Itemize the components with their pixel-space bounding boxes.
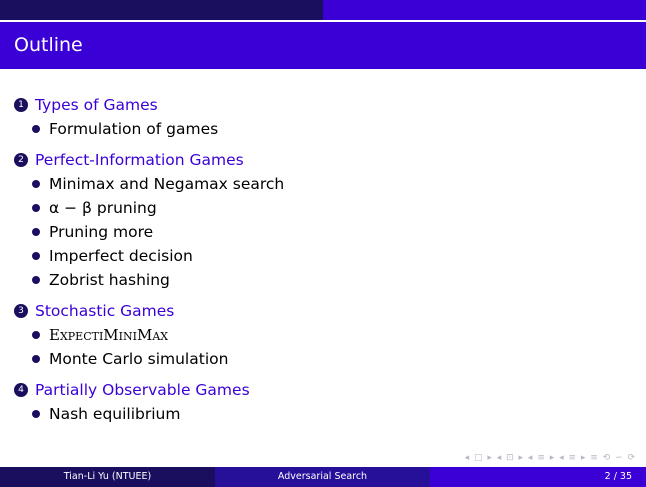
subsection-label: Monte Carlo simulation [49, 350, 229, 368]
outline-section: 3 Stochastic Games ExpectiMiniMax Monte … [14, 299, 614, 371]
subsection-item[interactable]: ExpectiMiniMax [14, 323, 614, 347]
subsection-label: α − β pruning [49, 199, 157, 217]
header-progress [0, 0, 323, 20]
slide-title: Outline [14, 34, 83, 56]
outline-section: 2 Perfect-Information Games Minimax and … [14, 148, 614, 292]
section-title[interactable]: Stochastic Games [35, 302, 174, 320]
section-number-badge: 2 [14, 153, 28, 167]
section-heading[interactable]: 2 Perfect-Information Games [14, 148, 614, 172]
bullet-icon [32, 252, 40, 260]
bullet-icon [32, 125, 40, 133]
slide-title-bar: Outline [0, 22, 646, 69]
subsection-item[interactable]: Imperfect decision [14, 244, 614, 268]
section-heading[interactable]: 3 Stochastic Games [14, 299, 614, 323]
outline-section: 4 Partially Observable Games Nash equili… [14, 378, 614, 426]
bullet-icon [32, 228, 40, 236]
footer: Tian-Li Yu (NTUEE) Adversarial Search 2 … [0, 467, 646, 487]
subsection-item[interactable]: α − β pruning [14, 196, 614, 220]
subsection-label: Imperfect decision [49, 247, 193, 265]
section-title[interactable]: Partially Observable Games [35, 381, 250, 399]
bullet-icon [32, 355, 40, 363]
bullet-icon [32, 276, 40, 284]
subsection-label: Pruning more [49, 223, 154, 241]
bullet-icon [32, 331, 40, 339]
bullet-icon [32, 410, 40, 418]
outline-section: 1 Types of Games Formulation of games [14, 93, 614, 141]
section-heading[interactable]: 1 Types of Games [14, 93, 614, 117]
section-number-badge: 1 [14, 98, 28, 112]
subsection-label: Zobrist hashing [49, 271, 170, 289]
section-title[interactable]: Perfect-Information Games [35, 151, 244, 169]
footer-author: Tian-Li Yu (NTUEE) [0, 467, 215, 487]
subsection-item[interactable]: Nash equilibrium [14, 402, 614, 426]
subsection-label: ExpectiMiniMax [49, 326, 169, 344]
subsection-item[interactable]: Zobrist hashing [14, 268, 614, 292]
footer-title: Adversarial Search [215, 467, 430, 487]
bullet-icon [32, 204, 40, 212]
subsection-label: Nash equilibrium [49, 405, 181, 423]
header-bar [0, 0, 646, 20]
section-title[interactable]: Types of Games [35, 96, 158, 114]
subsection-item[interactable]: Minimax and Negamax search [14, 172, 614, 196]
outline: 1 Types of Games Formulation of games 2 … [14, 93, 614, 433]
footer-page-number: 2 / 35 [430, 467, 646, 487]
bullet-icon [32, 180, 40, 188]
subsection-item[interactable]: Pruning more [14, 220, 614, 244]
subsection-item[interactable]: Formulation of games [14, 117, 614, 141]
beamer-navigation-symbols[interactable]: ◂ □ ▸ ◂ ⊡ ▸ ◂ ≡ ▸ ◂ ≡ ▸ ≡ ⟲ ∽ ⟳ [465, 453, 636, 463]
subsection-label: Formulation of games [49, 120, 219, 138]
section-number-badge: 4 [14, 383, 28, 397]
subsection-item[interactable]: Monte Carlo simulation [14, 347, 614, 371]
subsection-label: Minimax and Negamax search [49, 175, 285, 193]
section-heading[interactable]: 4 Partially Observable Games [14, 378, 614, 402]
section-number-badge: 3 [14, 304, 28, 318]
